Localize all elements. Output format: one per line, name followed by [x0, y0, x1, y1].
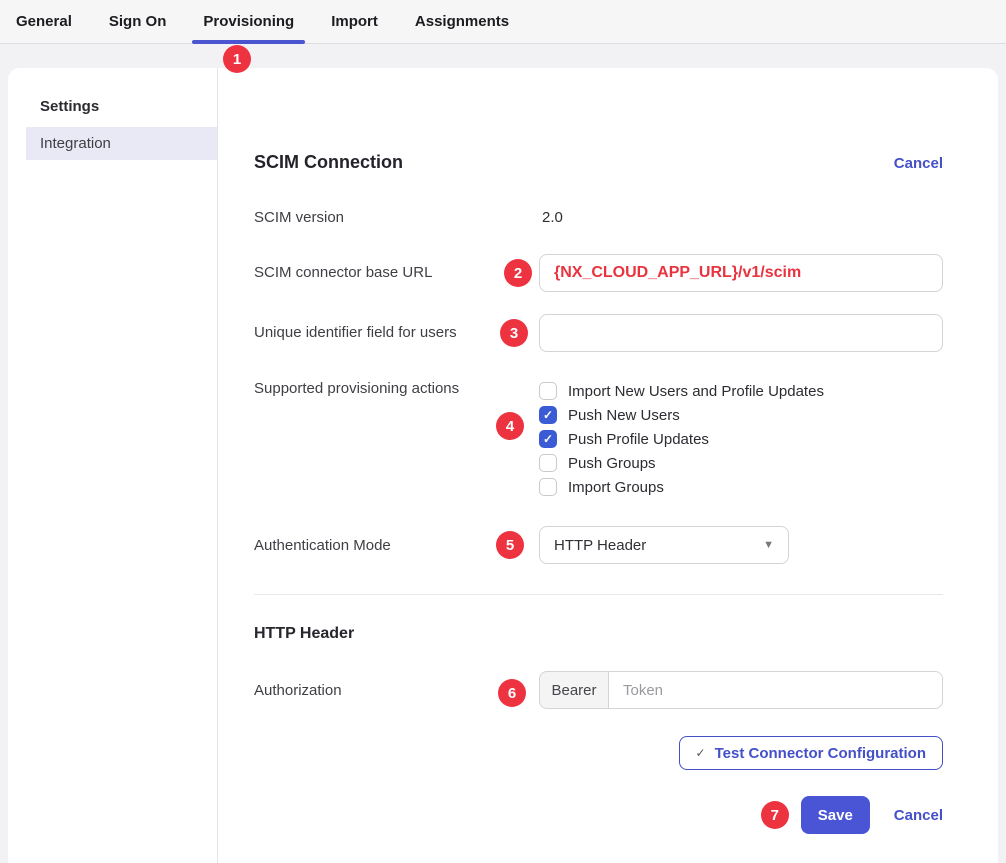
settings-sidebar: Settings Integration — [8, 68, 218, 863]
section-divider — [254, 594, 943, 595]
cancel-link-bottom[interactable]: Cancel — [894, 807, 943, 824]
annotation-badge-7: 7 — [761, 801, 789, 829]
check-icon: ✓ — [543, 409, 553, 421]
scim-version-row: SCIM version 2.0 — [254, 209, 943, 226]
bearer-prefix: Bearer — [539, 671, 609, 709]
checkbox-label: Import Groups — [568, 479, 664, 496]
chevron-down-icon: ▼ — [763, 539, 774, 551]
authorization-label: Authorization — [254, 682, 539, 699]
authentication-mode-select[interactable]: HTTP Header ▼ — [539, 526, 789, 564]
save-button[interactable]: Save — [801, 796, 870, 834]
tab-import[interactable]: Import — [320, 0, 389, 43]
footer-actions: 7 Save Cancel — [254, 796, 943, 834]
checkbox-push-groups: ✓ Push Groups — [539, 451, 943, 475]
provisioning-actions-row: Supported provisioning actions 4 ✓ Impor… — [254, 379, 943, 499]
checkbox-icon[interactable]: ✓ — [539, 382, 557, 400]
app-tab-bar: General Sign On Provisioning Import Assi… — [0, 0, 1006, 44]
authentication-mode-value: HTTP Header — [554, 537, 646, 554]
scim-version-value: 2.0 — [539, 209, 563, 226]
sidebar-heading: Settings — [40, 98, 217, 115]
sidebar-item-integration[interactable]: Integration — [26, 127, 217, 160]
test-connector-label: Test Connector Configuration — [715, 745, 926, 762]
checkbox-import-new-users: ✓ Import New Users and Profile Updates — [539, 379, 943, 403]
checkbox-import-groups: ✓ Import Groups — [539, 475, 943, 499]
annotation-badge-1: 1 — [223, 45, 251, 73]
scim-connection-panel: SCIM Connection Cancel SCIM version 2.0 … — [218, 68, 998, 863]
unique-identifier-input[interactable] — [539, 314, 943, 352]
checkbox-label: Push Groups — [568, 455, 656, 472]
test-connector-button[interactable]: ✓ Test Connector Configuration — [679, 736, 943, 770]
checkbox-push-profile-updates: ✓ Push Profile Updates — [539, 427, 943, 451]
annotation-badge-4: 4 — [496, 412, 524, 440]
checkbox-push-new-users: ✓ Push New Users — [539, 403, 943, 427]
check-icon: ✓ — [543, 433, 553, 445]
provisioning-actions-label: Supported provisioning actions — [254, 379, 539, 499]
annotation-badge-3: 3 — [500, 319, 528, 347]
authorization-row: Authorization 6 Bearer — [254, 671, 943, 709]
panel-title: SCIM Connection — [254, 152, 403, 173]
http-header-section-title: HTTP Header — [254, 625, 943, 643]
check-icon: ✓ — [696, 746, 706, 760]
annotation-badge-6: 6 — [498, 679, 526, 707]
unique-identifier-label: Unique identifier field for users — [254, 324, 539, 343]
annotation-badge-2: 2 — [504, 259, 532, 287]
test-connector-row: ✓ Test Connector Configuration — [254, 736, 943, 770]
base-url-row: SCIM connector base URL 2 — [254, 254, 943, 292]
checkbox-label: Push Profile Updates — [568, 431, 709, 448]
authentication-mode-row: Authentication Mode 5 HTTP Header ▼ — [254, 526, 943, 564]
tab-general[interactable]: General — [5, 0, 83, 43]
tab-sign-on[interactable]: Sign On — [98, 0, 178, 43]
provisioning-card: Settings Integration SCIM Connection Can… — [8, 68, 998, 863]
checkbox-label: Import New Users and Profile Updates — [568, 383, 824, 400]
checkbox-icon[interactable]: ✓ — [539, 406, 557, 424]
checkbox-icon[interactable]: ✓ — [539, 478, 557, 496]
scim-version-label: SCIM version — [254, 209, 539, 226]
checkbox-icon[interactable]: ✓ — [539, 430, 557, 448]
base-url-input[interactable] — [539, 254, 943, 292]
annotation-badge-5: 5 — [496, 531, 524, 559]
base-url-label: SCIM connector base URL — [254, 264, 539, 283]
checkbox-icon[interactable]: ✓ — [539, 454, 557, 472]
unique-identifier-row: Unique identifier field for users 3 — [254, 314, 943, 352]
tab-provisioning[interactable]: Provisioning — [192, 0, 305, 43]
checkbox-label: Push New Users — [568, 407, 680, 424]
tab-assignments[interactable]: Assignments — [404, 0, 520, 43]
provisioning-actions-list: ✓ Import New Users and Profile Updates ✓… — [539, 379, 943, 499]
cancel-link-top[interactable]: Cancel — [894, 155, 943, 172]
token-input[interactable] — [609, 671, 943, 709]
panel-header: SCIM Connection Cancel — [254, 152, 943, 173]
